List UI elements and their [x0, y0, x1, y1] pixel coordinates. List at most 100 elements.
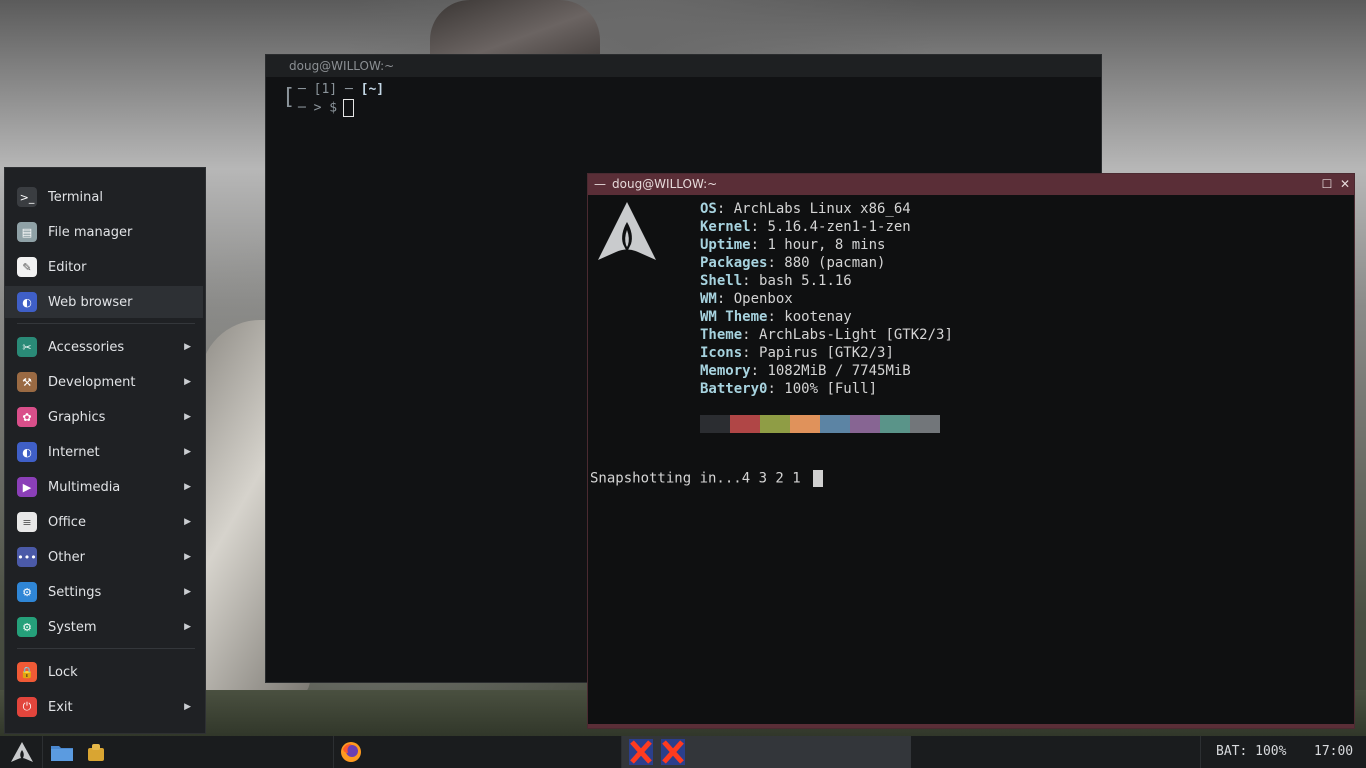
system-info: OS: ArchLabs Linux x86_64 Kernel: 5.16.4-…	[700, 200, 953, 398]
info-value: 880 (pacman)	[784, 255, 886, 271]
prompt-directory: [~]	[360, 82, 385, 97]
info-key: Shell	[700, 273, 743, 289]
menu-item-lock[interactable]: 🔒 Lock	[5, 656, 203, 688]
menu-separator	[17, 323, 195, 324]
lock-icon: 🔒	[17, 662, 37, 682]
terminal-window-front[interactable]: — doug@WILLOW:~ ☐ ✕ OS: ArchLabs Linux x…	[587, 173, 1355, 729]
submenu-arrow-icon: ▶	[184, 342, 191, 352]
prompt-line-2: ─ > $	[282, 99, 1085, 118]
submenu-arrow-icon: ▶	[184, 702, 191, 712]
snapshot-text: Snapshotting in...4 3 2 1	[590, 470, 801, 487]
application-menu[interactable]: >_ Terminal ▤ File manager ✎ Editor ◐ Web brows…	[4, 167, 206, 734]
info-value: 5.16.4-zen1-1-zen	[767, 219, 911, 235]
menu-item-development[interactable]: ⚒ Development ▶	[5, 366, 203, 398]
window-titlebar[interactable]: — doug@WILLOW:~ ☐ ✕	[588, 174, 1354, 195]
menu-item-label: Other	[48, 549, 85, 565]
window-title: doug@WILLOW:~	[612, 177, 718, 191]
submenu-arrow-icon: ▶	[184, 517, 191, 527]
menu-item-accessories[interactable]: ✂ Accessories ▶	[5, 331, 203, 363]
menu-item-internet[interactable]: ◐ Internet ▶	[5, 436, 203, 468]
info-key: Memory	[700, 363, 751, 379]
menu-item-office[interactable]: ≡ Office ▶	[5, 506, 203, 538]
menu-item-label: Editor	[48, 259, 87, 275]
xterm-icon[interactable]	[629, 739, 653, 765]
maximize-icon[interactable]: ☐	[1318, 174, 1336, 195]
info-value: Openbox	[733, 291, 793, 307]
file-manager-icon: ▤	[17, 222, 37, 242]
folder-icon[interactable]	[51, 744, 73, 761]
palette-swatch	[700, 415, 730, 433]
info-key: Icons	[700, 345, 743, 361]
menu-item-label: Settings	[48, 584, 102, 600]
menu-item-label: Office	[48, 514, 86, 530]
taskbar[interactable]: BAT: 100% 17:00	[0, 736, 1366, 768]
info-value: kootenay	[784, 309, 852, 325]
menu-item-file-manager[interactable]: ▤ File manager	[5, 216, 203, 248]
prompt-bracket: [	[282, 85, 296, 110]
info-line: WM: Openbox	[700, 291, 793, 307]
package-manager-icon[interactable]	[86, 742, 106, 762]
archlabs-logo-icon	[598, 202, 656, 260]
snapshot-countdown: Snapshotting in...4 3 2 1	[590, 470, 824, 487]
menu-item-settings[interactable]: ⚙ Settings ▶	[5, 576, 203, 608]
info-line: OS: ArchLabs Linux x86_64	[700, 201, 911, 217]
accessories-icon: ✂	[17, 337, 37, 357]
menu-item-label: File manager	[48, 224, 133, 240]
menu-item-label: Development	[48, 374, 136, 390]
info-key: Uptime	[700, 237, 751, 253]
menu-item-editor[interactable]: ✎ Editor	[5, 251, 203, 283]
submenu-arrow-icon: ▶	[184, 622, 191, 632]
taskbar-separator	[42, 736, 43, 768]
window-title[interactable]: doug@WILLOW:~	[266, 55, 1101, 77]
menu-item-label: Accessories	[48, 339, 125, 355]
palette-swatch	[910, 415, 940, 433]
submenu-arrow-icon: ▶	[184, 482, 191, 492]
menu-item-label: Multimedia	[48, 479, 121, 495]
archlabs-menu-icon[interactable]	[10, 741, 34, 763]
internet-icon: ◐	[17, 442, 37, 462]
submenu-arrow-icon: ▶	[184, 377, 191, 387]
menu-item-label: Web browser	[48, 294, 133, 310]
menu-item-label: Lock	[48, 664, 78, 680]
info-line: Theme: ArchLabs-Light [GTK2/3]	[700, 327, 953, 343]
info-value: ArchLabs-Light [GTK2/3]	[759, 327, 953, 343]
close-icon[interactable]: ✕	[1336, 174, 1354, 195]
menu-item-label: System	[48, 619, 97, 635]
info-value: ArchLabs Linux x86_64	[733, 201, 911, 217]
terminal-cursor	[343, 99, 355, 117]
palette-swatch	[820, 415, 850, 433]
info-line: Shell: bash 5.1.16	[700, 273, 852, 289]
info-value: bash 5.1.16	[759, 273, 852, 289]
settings-icon: ⚙	[17, 582, 37, 602]
taskbar-separator	[333, 736, 334, 768]
info-line: Packages: 880 (pacman)	[700, 255, 886, 271]
palette-swatch	[790, 415, 820, 433]
wallpaper-rock	[430, 0, 600, 56]
menu-item-system[interactable]: ⚙ System ▶	[5, 611, 203, 643]
menu-item-multimedia[interactable]: ▶ Multimedia ▶	[5, 471, 203, 503]
menu-item-label: Internet	[48, 444, 100, 460]
info-line: Memory: 1082MiB / 7745MiB	[700, 363, 911, 379]
menu-item-graphics[interactable]: ✿ Graphics ▶	[5, 401, 203, 433]
web-browser-icon: ◐	[17, 292, 37, 312]
submenu-arrow-icon: ▶	[184, 552, 191, 562]
xterm-icon[interactable]	[661, 739, 685, 765]
development-icon: ⚒	[17, 372, 37, 392]
palette-swatch	[850, 415, 880, 433]
exit-icon: ⏻	[17, 697, 37, 717]
menu-separator	[17, 648, 195, 649]
submenu-arrow-icon: ▶	[184, 412, 191, 422]
clock[interactable]: 17:00	[1314, 736, 1353, 768]
firefox-icon[interactable]	[340, 741, 362, 763]
menu-item-exit[interactable]: ⏻ Exit ▶	[5, 691, 203, 723]
menu-item-web-browser[interactable]: ◐ Web browser	[5, 286, 203, 318]
terminal-content[interactable]: [ ─ [1] ─ [~] ─ > $	[266, 77, 1101, 122]
battery-status[interactable]: BAT: 100%	[1216, 736, 1286, 768]
info-value: Papirus [GTK2/3]	[759, 345, 894, 361]
menu-item-terminal[interactable]: >_ Terminal	[5, 181, 203, 213]
window-menu-icon[interactable]: —	[594, 174, 606, 195]
menu-item-other[interactable]: ••• Other ▶	[5, 541, 203, 573]
info-line: Battery0: 100% [Full]	[700, 381, 878, 397]
info-key: Theme	[700, 327, 743, 343]
palette-swatch	[760, 415, 790, 433]
